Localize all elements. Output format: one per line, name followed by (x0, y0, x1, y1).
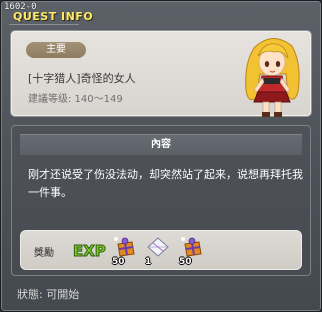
recommended-level: 建議等级: 140〜149 (28, 94, 123, 105)
item-count: 1 (145, 257, 152, 267)
item-count: 50 (179, 257, 192, 267)
quest-type-badge: 主要 (26, 42, 86, 58)
reward-label: 獎勵 (34, 248, 54, 259)
quest-content-panel: 內容 刚才还说受了伤没法动，却突然站了起来，说想再拜托我一件事。 獎勵 EXP … (11, 125, 311, 276)
quest-name: [十字猎人]奇怪的女人 (28, 72, 136, 85)
reward-item-1[interactable]: 50 (112, 234, 138, 267)
reward-item-3[interactable]: 50 (179, 234, 205, 267)
exp-text: EXP (73, 242, 106, 260)
quest-info-window: 1602-0 QUEST INFO 主要 [十字猎人]奇怪的女人 建議等级: 1… (0, 0, 322, 312)
title-divider (9, 24, 79, 25)
npc-portrait (245, 38, 300, 117)
window-title: QUEST INFO (13, 10, 94, 23)
reward-item-2[interactable]: 1 (145, 234, 171, 267)
reward-box: 獎勵 EXP 50 1 50 (20, 230, 302, 270)
quest-description: 刚才还说受了伤没法动，却突然站了起来，说想再拜托我一件事。 (28, 168, 303, 199)
quest-status: 狀態: 可開始 (17, 288, 80, 301)
content-header: 內容 (20, 134, 302, 155)
quest-header-panel: 主要 [十字猎人]奇怪的女人 建議等级: 140〜149 (11, 31, 311, 117)
item-count: 50 (112, 257, 125, 267)
exp-icon: EXP (73, 242, 107, 261)
